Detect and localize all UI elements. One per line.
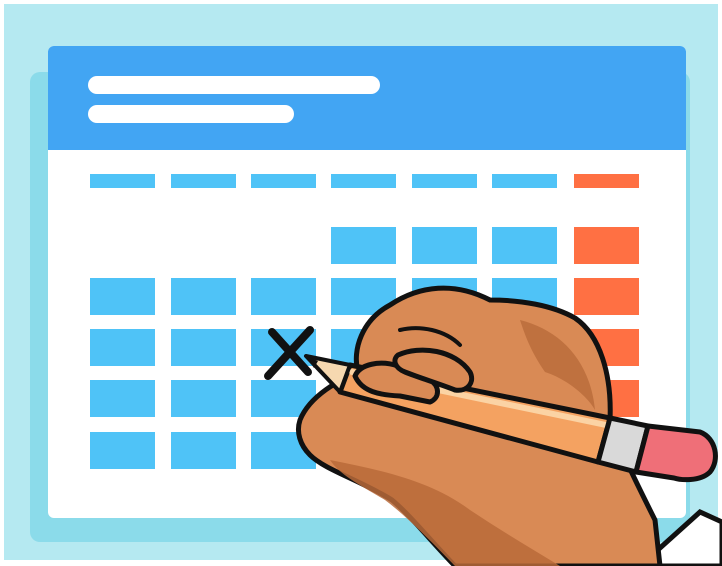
weekday-header [331, 174, 396, 188]
day-cell [90, 432, 155, 469]
weekday-header [251, 174, 316, 188]
weekday-header [412, 174, 477, 188]
day-cell [251, 278, 316, 315]
weekday-header [90, 174, 155, 188]
header-subtitle-placeholder [88, 105, 294, 123]
weekday-header [574, 174, 639, 188]
calendar-illustration [0, 0, 722, 566]
day-cell [90, 278, 155, 315]
day-cell [90, 329, 155, 366]
weekday-header [171, 174, 236, 188]
header-title-placeholder [88, 76, 380, 94]
calendar-illustration-svg [4, 4, 722, 566]
day-cell [90, 380, 155, 417]
weekday-headers [90, 174, 639, 188]
day-cell [331, 227, 396, 264]
calendar-header [48, 46, 686, 150]
day-cell [171, 432, 236, 469]
weekday-header [492, 174, 557, 188]
day-cell [171, 380, 236, 417]
day-cell [171, 278, 236, 315]
weekend-cell [574, 227, 639, 264]
day-cell [171, 329, 236, 366]
day-cell [412, 227, 477, 264]
weekend-cell [574, 278, 639, 315]
day-cell [492, 227, 557, 264]
pencil-eraser [633, 423, 718, 483]
